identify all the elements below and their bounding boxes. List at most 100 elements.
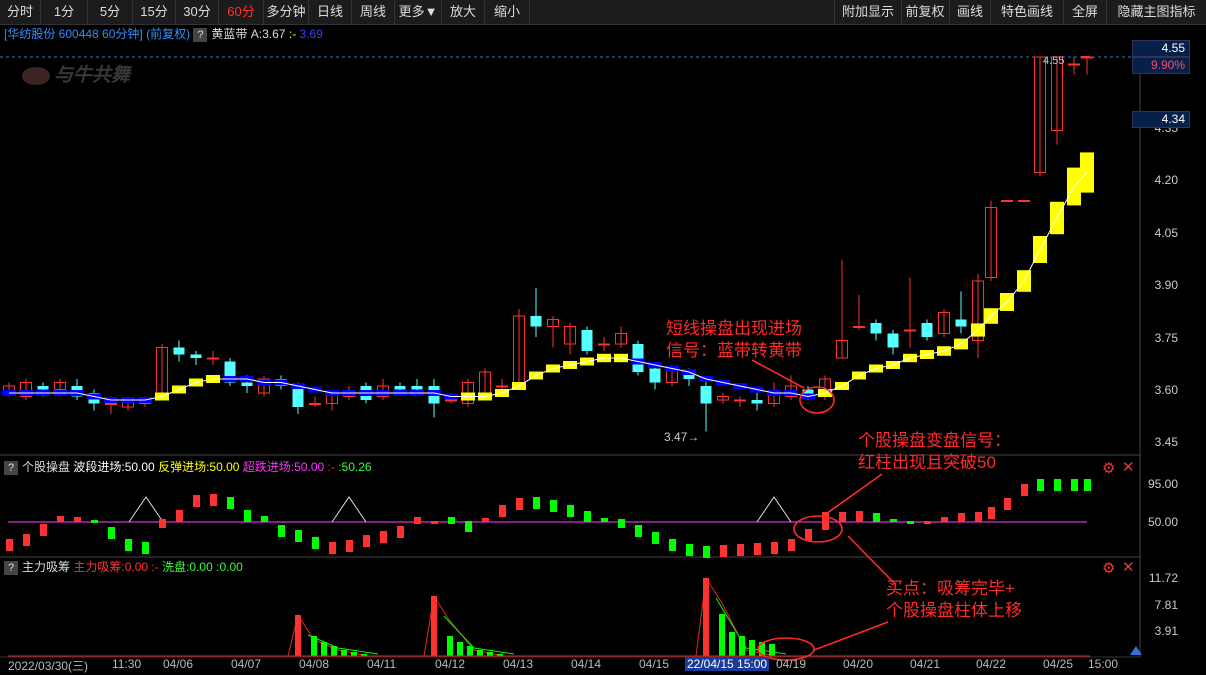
date-label: 04/12 — [435, 657, 466, 671]
sub2-red-bar — [295, 615, 301, 656]
y-tick: 4.20 — [1154, 173, 1178, 187]
sub1-bar — [941, 517, 948, 522]
y-tick: 3.60 — [1154, 383, 1178, 397]
candle-body — [632, 344, 644, 372]
y-tick: 3.90 — [1154, 278, 1178, 292]
sub2-green-bar — [739, 636, 745, 656]
sub1-bar — [176, 510, 183, 522]
sub1-bar — [771, 542, 778, 554]
sub2-y-tick: 3.91 — [1154, 624, 1178, 638]
sub1-bar — [1054, 479, 1061, 491]
annotation-arrow — [751, 359, 805, 389]
sub1-bar — [6, 539, 13, 551]
sub1-bar — [669, 539, 676, 551]
candle-body — [190, 354, 202, 358]
date-label: 04/21 — [910, 657, 941, 671]
sub1-bar — [1037, 479, 1044, 491]
sub2-y-tick: 11.72 — [1148, 571, 1178, 585]
candle-body — [870, 323, 882, 334]
triangle-marker — [128, 496, 164, 523]
candle-body — [853, 326, 865, 328]
date-label: 04/11 — [367, 657, 397, 671]
help-icon[interactable]: ? — [4, 560, 18, 575]
sub1-bar — [720, 545, 727, 557]
sub1-bar — [278, 525, 285, 537]
date-label: 04/20 — [843, 657, 874, 671]
sub2-green-bar — [341, 650, 347, 656]
gear-icon[interactable]: ⚙ — [1102, 559, 1115, 577]
candle-body — [1068, 63, 1080, 66]
date-label: 04/14 — [571, 657, 602, 671]
price-box-change: 9.90% — [1132, 57, 1190, 74]
candle-body — [751, 400, 763, 404]
scroll-arrow-icon[interactable] — [1130, 646, 1142, 655]
date-label: 15:00 — [1088, 657, 1119, 671]
price-box-high: 4.55 — [1132, 40, 1190, 57]
close-icon[interactable]: ✕ — [1122, 558, 1135, 576]
candle-body — [887, 333, 899, 348]
sub1-bar — [958, 513, 965, 522]
sub1-bar — [40, 524, 47, 536]
candle-body — [173, 347, 185, 355]
bull-icon — [22, 66, 50, 85]
candle-body — [955, 319, 967, 327]
sub1-bar — [1021, 484, 1028, 496]
triangle-marker — [756, 496, 792, 523]
candle-body — [292, 386, 304, 407]
date-label: 2022/03/30(三) — [8, 659, 89, 673]
sub2-red-bar — [703, 578, 709, 656]
candle-body — [700, 386, 712, 404]
help-icon[interactable]: ? — [4, 460, 18, 475]
date-label: 04/06 — [163, 657, 194, 671]
sub2-green-bar — [749, 640, 755, 656]
sub2-green-bar — [447, 636, 453, 656]
crosshair-date-label: 22/04/15 15:00 — [685, 657, 770, 671]
triangle-marker — [331, 496, 367, 523]
sub2-green-bar — [321, 642, 327, 656]
sub1-bar — [975, 512, 982, 522]
gear-icon[interactable]: ⚙ — [1102, 459, 1115, 477]
sub1-bar — [618, 519, 625, 528]
candle-body — [241, 382, 253, 386]
date-label: 04/13 — [503, 657, 534, 671]
sub1-bar — [703, 546, 710, 558]
sub2-green-bar — [769, 644, 775, 656]
candle-body — [105, 403, 117, 405]
high-label: 4.55 — [1043, 55, 1065, 67]
sub1-bar — [533, 497, 540, 509]
sub1-bar — [91, 520, 98, 523]
sub1-bar — [805, 529, 812, 541]
close-icon[interactable]: ✕ — [1122, 458, 1135, 476]
sub1-bar — [380, 531, 387, 543]
watermark-logo: 与牛共舞 — [22, 60, 130, 87]
sub1-bar — [1071, 479, 1078, 491]
sub1-bar — [567, 505, 574, 517]
date-label: 04/15 — [639, 657, 670, 671]
y-tick: 4.05 — [1154, 226, 1178, 240]
low-label: 3.47→ — [664, 430, 700, 444]
candle-body — [411, 386, 423, 390]
sub1-bar — [142, 542, 149, 554]
sub1-bar — [397, 526, 404, 538]
sub1-bar — [601, 518, 608, 522]
sub1-bar — [988, 507, 995, 519]
sub1-bar — [125, 539, 132, 551]
sub2-red-bar — [431, 596, 437, 656]
sub1-bar — [754, 543, 761, 555]
sub1-bar — [873, 513, 880, 522]
sub1-bar — [363, 535, 370, 547]
sub1-y-tick: 50.00 — [1147, 515, 1178, 529]
candle-body — [921, 323, 933, 337]
sub1-bar — [907, 521, 914, 524]
candle-body — [445, 399, 457, 402]
sub1-bar — [584, 511, 591, 522]
sub1-bar — [686, 544, 693, 556]
sub1-bar — [924, 521, 931, 524]
sub1-y-tick: 95.00 — [1147, 477, 1178, 491]
annotation-entry-signal: 短线操盘出现进场 信号：蓝带转黄带 — [666, 319, 802, 360]
annotation-buy-point: 买点：吸筹完毕+ 个股操盘柱体上移 — [886, 579, 1022, 620]
sub2-green-bar — [477, 650, 483, 656]
sub2-y-tick: 7.81 — [1154, 598, 1178, 612]
sub1-bar — [227, 497, 234, 509]
sub1-bar — [737, 544, 744, 556]
